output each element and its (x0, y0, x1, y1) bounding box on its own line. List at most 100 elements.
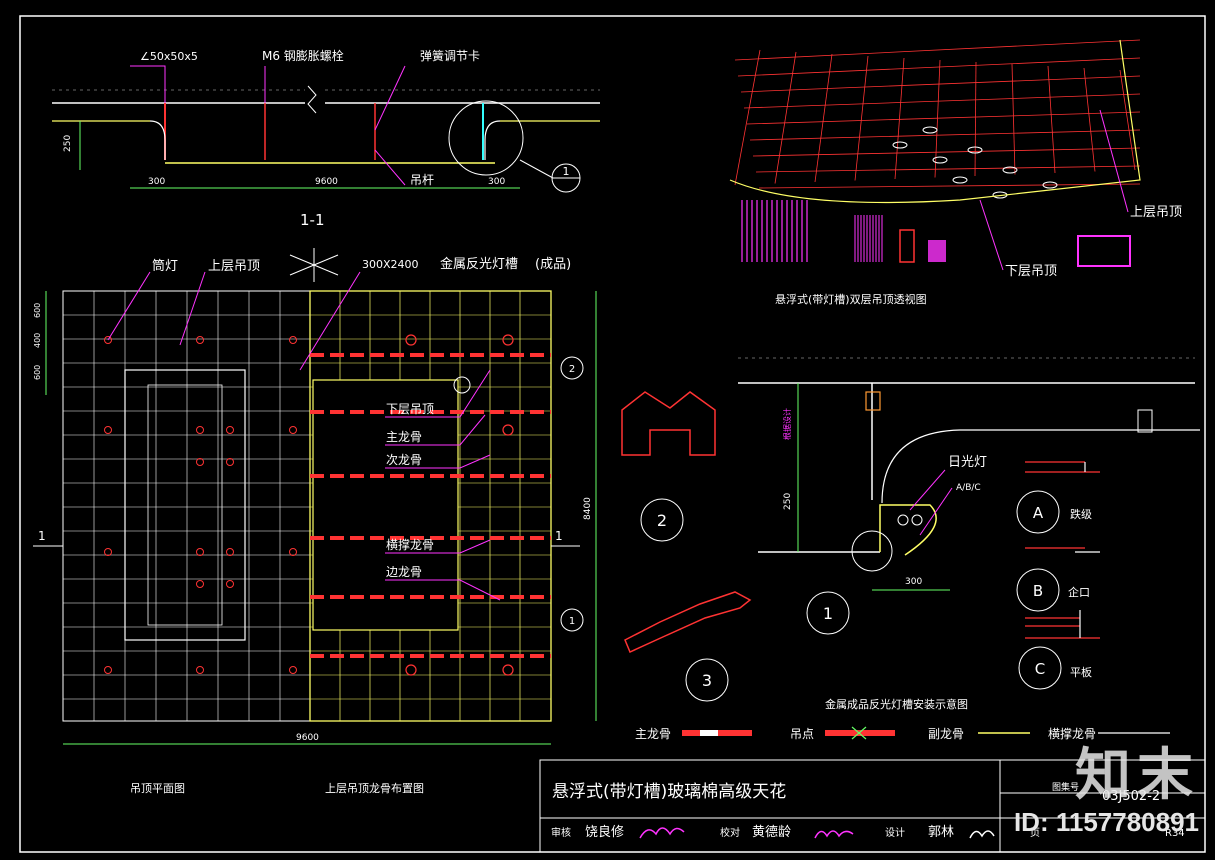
support-keel-label: 横撑龙骨 (386, 537, 434, 552)
detail-leader (519, 159, 554, 179)
perspective-painting-2 (1077, 235, 1131, 267)
perspective-grid-line (734, 49, 761, 186)
ceiling-plan: 筒灯 上层吊顶 300X2400 金属反光灯槽 (成品) 下层吊顶 主龙骨 次龙… (33, 248, 597, 795)
reviewer-name: 饶良修 (585, 824, 624, 840)
perspective-upper-leader (1099, 109, 1129, 213)
perspective-downlight (892, 141, 908, 149)
downlight (502, 664, 514, 676)
install-dim-250: 250 (783, 493, 793, 510)
dim-right: 300 (488, 177, 505, 187)
downlight (104, 426, 112, 434)
perspective-grid-line (774, 51, 797, 184)
bolt-label: M6 钢膨胀螺栓 (262, 48, 344, 63)
grid-size-label: 300X2400 (362, 258, 419, 271)
dim-9600: 9600 (296, 733, 319, 743)
downlight (196, 336, 204, 344)
perspective-curtain (741, 200, 883, 262)
circle-2-number: 2 (657, 511, 667, 530)
legend-hang-point-swatch (825, 730, 895, 736)
dim-600-b: 600 (33, 365, 42, 380)
dim-left: 300 (148, 177, 165, 187)
legend-main-keel-label: 主龙骨 (635, 727, 671, 741)
perspective-grid-line (749, 129, 1141, 141)
finished-label: (成品) (535, 257, 571, 272)
fluorescent-label: 日光灯 (948, 455, 987, 470)
install-lamp-2 (911, 514, 923, 526)
downlight (502, 424, 514, 436)
drawing-frame (19, 15, 1206, 853)
section-mark-left: 1 (38, 529, 46, 543)
spring-sketch (624, 591, 752, 654)
lamp-label: 筒灯 (152, 258, 178, 274)
upper-ceiling-leader (179, 271, 206, 346)
plan-left-outline (62, 290, 311, 722)
callout-1-number: 1 (569, 616, 575, 627)
angle-leader (130, 65, 166, 103)
upper-ceiling-label: 上层吊顶 (208, 259, 260, 274)
downlight (104, 666, 112, 674)
secondary-keel-label: 次龙骨 (386, 453, 422, 467)
lower-ceiling-outline (124, 369, 246, 641)
check-label: 校对 (720, 826, 740, 839)
perspective-caption: 悬浮式(带灯槽)双层吊顶透视图 (775, 292, 927, 306)
type-a-letter: A (1033, 504, 1044, 522)
type-c-label: 平板 (1070, 665, 1092, 679)
review-label: 审核 (551, 826, 571, 839)
edge-keel-label: 边龙骨 (386, 565, 422, 579)
detail-circle (448, 100, 524, 176)
perspective-upper-edge (729, 39, 1141, 204)
circle-3-number: 3 (702, 671, 712, 690)
perspective-view: 上层吊顶 下层吊顶 悬浮式(带灯槽)双层吊顶透视图 (729, 39, 1182, 306)
downlight (196, 666, 204, 674)
lamp-leader (107, 271, 151, 341)
downlight (104, 548, 112, 556)
perspective-grid-line (1119, 69, 1136, 171)
perspective-grid-line (814, 53, 833, 183)
dim-400: 400 (33, 333, 42, 348)
perspective-grid-line (1047, 65, 1056, 174)
perspective-grid-line (740, 75, 1141, 93)
checker-signature (814, 830, 854, 839)
downlight (289, 426, 297, 434)
perspective-upper-label: 上层吊顶 (1130, 205, 1182, 220)
watermark-brand: 知末 (1075, 743, 1199, 806)
downlight (502, 334, 514, 346)
install-detail: 日光灯 A/B/C 根据设计 250 300 1 2 3 A 跌级 B 企口 C… (621, 357, 1200, 711)
install-trough (879, 504, 937, 556)
type-profiles (1025, 461, 1100, 639)
downlight (405, 334, 417, 346)
downlight (196, 426, 204, 434)
type-c-letter: C (1035, 660, 1045, 678)
downlight (226, 548, 234, 556)
perspective-lower-leader (979, 199, 1004, 271)
type-b-letter: B (1033, 582, 1043, 600)
hanger-label: 吊杆 (410, 173, 434, 187)
spring-leader (374, 65, 406, 131)
perspective-grid-line (752, 147, 1141, 157)
drawing-title: 悬浮式(带灯槽)玻璃棉高级天花 (552, 782, 786, 802)
downlight (196, 548, 204, 556)
perspective-grid-line (974, 61, 977, 177)
perspective-grid-line (894, 57, 905, 180)
legend-hang-point-label: 吊点 (790, 727, 814, 741)
perspective-grid-line (734, 39, 1141, 61)
install-upper-ceiling (881, 429, 1200, 504)
legend-main-keel-swatch-mark (700, 730, 718, 736)
plan-title-left: 吊顶平面图 (130, 782, 185, 795)
section-detail: 1 ∠50x50x5 M6 钢膨胀螺栓 弹簧调节卡 吊杆 250 300 960… (52, 48, 600, 229)
perspective-grid-line (1083, 67, 1096, 172)
perspective-downlight (922, 126, 938, 134)
angle-label: ∠50x50x5 (140, 50, 198, 63)
north-symbol (289, 248, 339, 282)
circle-1-number: 1 (823, 604, 833, 623)
install-caption: 金属成品反光灯槽安装示意图 (825, 697, 968, 711)
perspective-grid (734, 39, 1141, 199)
perspective-grid-line (1011, 63, 1016, 175)
abc-label: A/B/C (956, 483, 981, 493)
clip-sketch (621, 391, 716, 456)
designer-signature (969, 830, 995, 839)
downlight (226, 580, 234, 588)
lower-ceiling-label: 下层吊顶 (386, 402, 434, 416)
install-dim-v-label: 根据设计 (782, 408, 792, 440)
plan-title-right: 上层吊顶龙骨布置图 (325, 782, 424, 795)
